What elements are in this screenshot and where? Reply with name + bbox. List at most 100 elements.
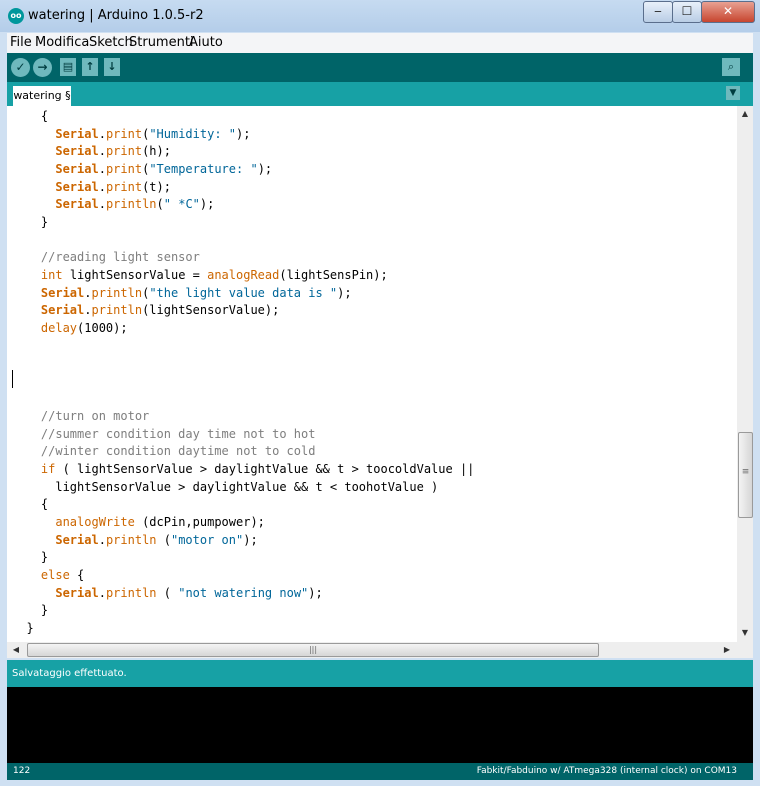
code-token: print — [105, 126, 143, 141]
code-line: Serial.print(t); — [12, 178, 171, 196]
code-token: Serial — [55, 144, 99, 159]
code-token: analogWrite — [55, 514, 135, 529]
code-token: Serial — [55, 532, 99, 547]
tab-menu-icon[interactable]: ▼ — [726, 86, 740, 100]
serial-monitor-icon[interactable]: ⌕ — [722, 58, 740, 76]
horizontal-scroll-thumb[interactable]: ||| — [27, 643, 599, 657]
vertical-scroll-thumb[interactable]: ≡ — [738, 432, 753, 518]
title-bar: oo watering | Arduino 1.0.5-r2 ‒ ☐ ✕ — [0, 0, 760, 32]
menu-bar: File Modifica Sketch Strumenti Aiuto — [7, 33, 753, 53]
code-token: ( — [156, 585, 179, 600]
code-editor[interactable]: { Serial.print("Humidity: "); Serial.pri… — [7, 106, 737, 642]
code-token: Serial — [55, 161, 99, 176]
grip-icon: ≡ — [741, 467, 750, 477]
code-token: analogRead — [207, 267, 280, 282]
upload-icon[interactable]: → — [33, 58, 52, 77]
code-token: Serial — [55, 197, 99, 212]
new-sketch-icon[interactable]: ▤ — [60, 58, 76, 76]
code-token: println — [105, 197, 157, 212]
code-token: (lightSensorValue); — [142, 303, 280, 318]
menu-modifica[interactable]: Modifica — [35, 35, 89, 50]
code-token: println — [105, 585, 157, 600]
open-sketch-icon[interactable]: ↑ — [82, 58, 98, 76]
code-token: . — [98, 144, 106, 159]
menu-sketch[interactable]: Sketch — [89, 35, 133, 50]
line-number: 122 — [13, 766, 31, 776]
arduino-logo-icon: oo — [8, 8, 24, 24]
code-token: ); — [257, 161, 273, 176]
footer-bar: 122 Fabkit/Fabduino w/ ATmega328 (intern… — [7, 763, 753, 780]
code-token: { — [40, 497, 49, 512]
code-line: if ( lightSensorValue > daylightValue &&… — [12, 460, 474, 478]
minimize-button[interactable]: ‒ — [643, 1, 673, 23]
code-token: else — [40, 567, 70, 582]
code-line: delay(1000); — [12, 319, 128, 337]
code-line: Serial.println("the light value data is … — [12, 284, 352, 302]
code-token: . — [84, 285, 92, 300]
code-token: . — [98, 585, 106, 600]
code-line: } — [12, 213, 48, 231]
scroll-down-icon[interactable]: ▼ — [738, 628, 752, 637]
code-line: Serial.print("Temperature: "); — [12, 160, 272, 178]
menu-strumenti[interactable]: Strumenti — [129, 35, 194, 50]
code-token: ( — [156, 532, 171, 547]
code-token: lightSensorValue = — [62, 267, 208, 282]
console-output[interactable] — [7, 687, 753, 763]
code-token: print — [105, 161, 143, 176]
code-token: } — [40, 214, 49, 229]
maximize-button[interactable]: ☐ — [672, 1, 702, 23]
code-line: Serial.println(lightSensorValue); — [12, 301, 279, 319]
menu-file[interactable]: File — [10, 35, 32, 50]
code-token: //reading light sensor — [40, 250, 200, 265]
code-token: . — [98, 161, 106, 176]
vertical-scrollbar[interactable]: ▲ ≡ ▼ — [737, 106, 753, 642]
close-button[interactable]: ✕ — [701, 1, 755, 23]
code-line: { — [12, 107, 48, 125]
code-token: (dcPin,pumpower); — [134, 514, 265, 529]
code-token: Serial — [55, 585, 99, 600]
code-line: } — [12, 619, 34, 637]
verify-icon[interactable]: ✓ — [11, 58, 30, 77]
code-token: delay — [40, 320, 78, 335]
save-sketch-icon[interactable]: ↓ — [104, 58, 120, 76]
code-line: } — [12, 601, 48, 619]
code-line: { — [12, 495, 48, 513]
code-line: //turn on motor — [12, 407, 149, 425]
code-token: //winter condition daytime not to cold — [40, 444, 316, 459]
horizontal-scrollbar[interactable]: ◀ ||| ▶ — [7, 642, 737, 658]
code-token: (t); — [142, 179, 171, 194]
code-line: Serial.println(" *C"); — [12, 195, 214, 213]
code-line: Serial.println ("motor on"); — [12, 531, 258, 549]
scroll-right-icon[interactable]: ▶ — [720, 645, 734, 654]
code-token: ); — [243, 532, 258, 547]
toolbar: ✓ → ▤ ↑ ↓ ⌕ — [7, 53, 753, 82]
code-token: Serial — [55, 126, 99, 141]
code-token: print — [105, 144, 143, 159]
code-token: //turn on motor — [40, 409, 150, 424]
code-token: } — [26, 620, 34, 635]
scroll-left-icon[interactable]: ◀ — [9, 645, 23, 654]
code-token: ); — [236, 126, 251, 141]
tab-watering[interactable]: watering § — [13, 86, 71, 106]
menu-aiuto[interactable]: Aiuto — [189, 35, 223, 50]
code-token: . — [98, 179, 106, 194]
scroll-up-icon[interactable]: ▲ — [738, 109, 752, 118]
code-token: . — [84, 303, 92, 318]
code-line: Serial.println ( "not watering now"); — [12, 584, 322, 602]
code-token: (1000); — [77, 320, 128, 335]
